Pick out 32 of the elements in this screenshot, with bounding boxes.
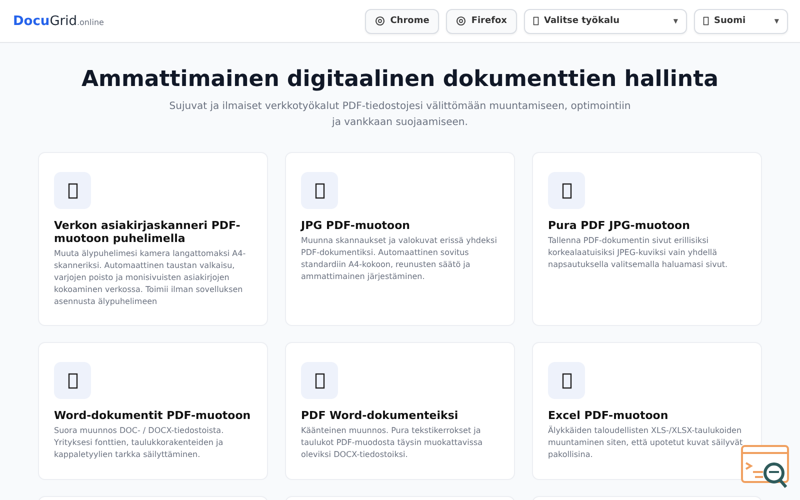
tool-title: Excel PDF-muotoon [548, 409, 670, 422]
tool-description: Älykkäiden taloudellisten XLS-/XLSX-taulukoiden muuntaminen siten, että upotetut kuvat säilyvät pakollisina. [548, 425, 744, 461]
tool-card[interactable]: JPG PDF-muotoon Muunna skannaukset ja valokuvat erissä yhdeksi PDF-dokumentiksi. Automaattinen sovitus standardiin A4-kokoon, reunusten säätö ja ammattimainen järjestäminen. [285, 152, 515, 326]
tool-description: Tallenna PDF-dokumentin sivut erillisiksi korkealaatuisiksi JPEG-kuviksi vain yhdellä napsautuksella valitsemalla haluamasi sivut. [548, 235, 729, 271]
tool-description: Muuta älypuhelimesi kamera langattomaksi A4-skanneriksi. Automaattinen taustan valkaisu, varjojen poisto ja monisivuisten asiakirjojen kokoaminen verkossa. Toimii ilman sovelluksen asennusta älypuhelimeen [54, 248, 247, 308]
code-search-icon[interactable] [741, 445, 791, 489]
glyph-box-icon [562, 182, 572, 198]
tool-description: Käänteinen muunnos. Pura tekstikerrokset ja taulukot PDF-muodosta täysin muokattavissa oleviksi DOCX-tiedostoiksi. [301, 425, 484, 461]
tool-card[interactable]: Pura PDF JPG-muotoon Tallenna PDF-dokumentin sivut erillisiksi korkealaatuisiksi JPEG-kuviksi vain yhdellä napsautuksella valitsemalla haluamasi sivut. [532, 152, 762, 326]
tool-title: Word-dokumentit PDF-muotoon [54, 409, 252, 422]
glyph-box-icon [533, 16, 539, 26]
glyph-box-icon [314, 372, 324, 388]
tool-card[interactable]: PDF Word-dokumenteiksi Käänteinen muunnos. Pura tekstikerrokset ja taulukot PDF-muodosta täysin muokattavissa oleviksi DOCX-tiedostoiksi. [285, 342, 515, 480]
site-logo[interactable]: DocuGrid.online [13, 14, 104, 28]
tool-card[interactable]: Word-dokumentit PDF-muotoon Suora muunnos DOC- / DOCX-tiedostoista. Yrityksesi fonttien, taulukkorakenteiden ja kappaletyylien tarkka säilyttäminen. [38, 342, 268, 480]
page-title: Ammattimainen digitaalinen dokumenttien hallinta [80, 67, 720, 92]
glyph-box-icon [562, 372, 572, 388]
glyph-box-icon [703, 16, 709, 26]
tool-title: Verkon asiakirjaskanneri PDF-muotoon puhelimella [54, 219, 242, 245]
tool-title: Pura PDF JPG-muotoon [548, 219, 691, 232]
tool-description: Suora muunnos DOC- / DOCX-tiedostoista. Yrityksesi fonttien, taulukkorakenteiden ja kappaletyylien tarkka säilyttäminen. [54, 425, 225, 461]
tool-card[interactable]: Excel PDF-muotoon Älykkäiden taloudellisten XLS-/XLSX-taulukoiden muuntaminen siten, että upotetut kuvat säilyvät pakollisina. [532, 342, 762, 480]
tool-title: JPG PDF-muotoon [301, 219, 412, 232]
glyph-box-icon [68, 372, 78, 388]
browser-button[interactable]: Chrome [365, 8, 440, 34]
tool-card[interactable] [38, 152, 268, 326]
browser-button[interactable]: Firefox [446, 8, 517, 34]
glyph-box-icon [314, 182, 324, 198]
glyph-box-icon [68, 182, 78, 198]
tool-description: Muunna skannaukset ja valokuvat erissä yhdeksi PDF-dokumentiksi. Automaattinen sovitus standardiin A4-kokoon, reunusten säätö ja ammattimainen järjestäminen. [301, 235, 498, 283]
tool-title: PDF Word-dokumenteiksi [301, 409, 460, 422]
page-subtitle: Sujuvat ja ilmaiset verkkotyökalut PDF-tiedostojesi välittömään muuntamiseen, optimointiin ja vankkaan suojaamiseen. [168, 100, 632, 130]
